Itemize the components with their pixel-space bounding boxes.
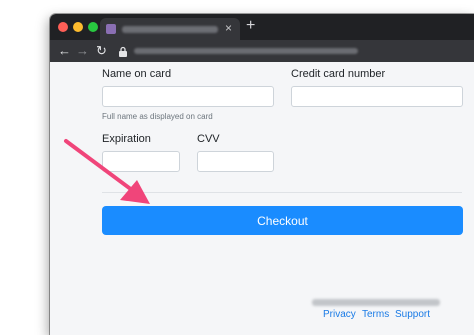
checkout-page: Name on card Full name as displayed on c…	[50, 62, 474, 335]
lock-icon	[119, 46, 127, 57]
back-arrow-icon[interactable]: ←	[58, 43, 71, 59]
support-link[interactable]: Support	[395, 309, 430, 320]
plus-icon[interactable]: +	[246, 17, 255, 35]
forward-arrow-icon[interactable]: →	[76, 43, 89, 59]
cvv-input[interactable]	[197, 151, 274, 172]
browser-tab[interactable]: ×	[100, 18, 240, 40]
favicon-icon	[106, 24, 116, 34]
reload-icon[interactable]: ↻	[96, 43, 107, 59]
title-bar: × +	[50, 14, 474, 40]
address-bar-redacted[interactable]	[134, 48, 358, 54]
credit-card-number-input[interactable]	[291, 86, 463, 107]
checkout-button[interactable]: Checkout	[102, 206, 463, 235]
tab-title-redacted	[122, 26, 218, 33]
minimize-window-button[interactable]	[73, 22, 83, 32]
expiration-label: Expiration	[102, 133, 151, 145]
browser-window: × + ← → ↻ Name on card Full name as disp…	[50, 14, 474, 335]
close-window-button[interactable]	[58, 22, 68, 32]
maximize-window-button[interactable]	[88, 22, 98, 32]
section-divider	[102, 192, 462, 193]
terms-link[interactable]: Terms	[362, 309, 389, 320]
close-icon[interactable]: ×	[225, 21, 232, 35]
copyright-text-redacted	[312, 299, 440, 306]
credit-card-number-label: Credit card number	[291, 68, 386, 80]
privacy-link[interactable]: Privacy	[323, 309, 356, 320]
name-on-card-input[interactable]	[102, 86, 274, 107]
cvv-label: CVV	[197, 133, 220, 145]
name-on-card-label: Name on card	[102, 68, 172, 80]
name-on-card-help: Full name as displayed on card	[102, 112, 213, 121]
expiration-input[interactable]	[102, 151, 180, 172]
browser-toolbar: ← → ↻	[50, 40, 474, 62]
